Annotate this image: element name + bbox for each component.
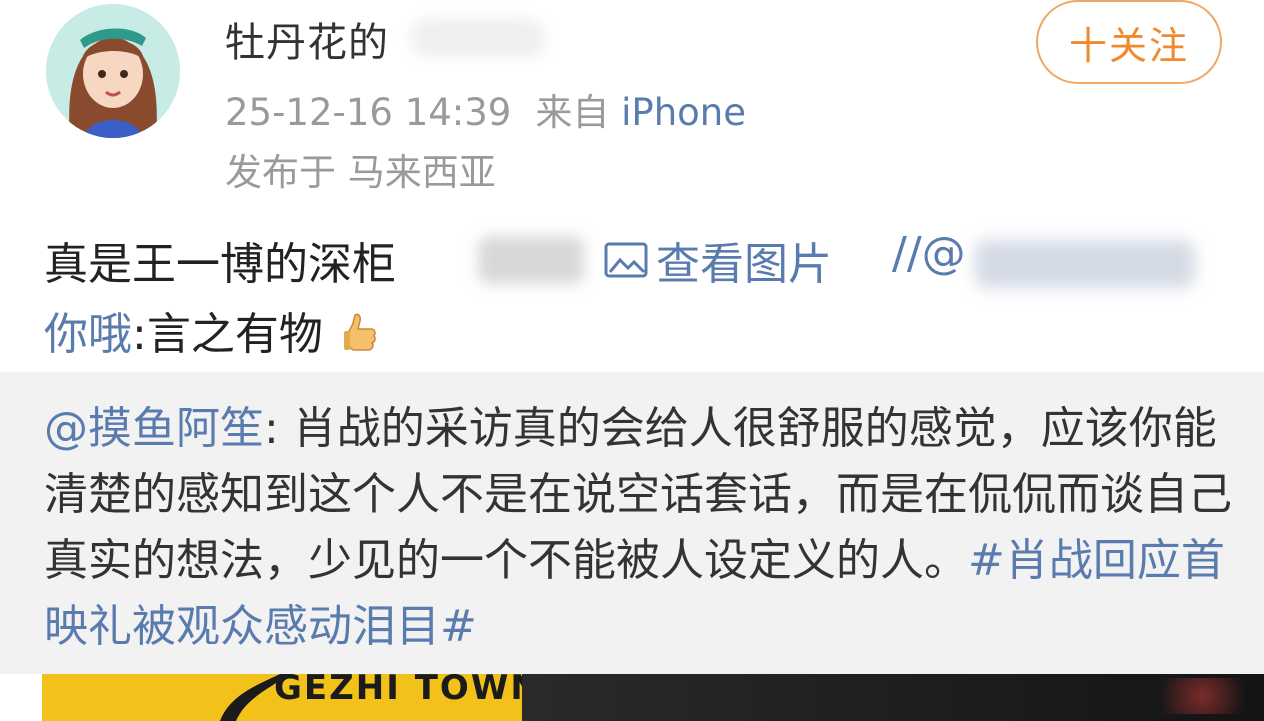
follow-button[interactable]: 十关注 xyxy=(1036,0,1222,84)
post-meta: 25-12-16 14:39 来自 iPhone xyxy=(225,82,746,136)
repost-card[interactable]: @摸鱼阿笙: 肖战的采访真的会给人很舒服的感觉，应该你能清楚的感知到这个人不是在… xyxy=(0,372,1264,674)
view-image-label: 查看图片 xyxy=(656,239,832,290)
mention-link[interactable]: 你哦 xyxy=(44,309,132,360)
mention-blur-mask xyxy=(975,240,1195,288)
post-text-line1: 真是王一博的深柜 xyxy=(44,239,396,290)
repost-chain-link[interactable]: //@ xyxy=(892,228,966,279)
post-text-line2: 你哦:言之有物 xyxy=(44,298,377,364)
avatar-illustration xyxy=(46,4,180,138)
post-text-blur-mask xyxy=(478,236,584,284)
thumbs-up-icon xyxy=(343,311,377,364)
post-timestamp: 25-12-16 14:39 xyxy=(225,91,512,134)
post-source-prefix: 来自 xyxy=(535,91,610,134)
avatar[interactable] xyxy=(46,4,180,138)
repost-text: @摸鱼阿笙: 肖战的采访真的会给人很舒服的感觉，应该你能清楚的感知到这个人不是在… xyxy=(44,396,1234,660)
username[interactable]: 牡丹花的 xyxy=(225,10,389,68)
repost-author-mention[interactable]: @摸鱼阿笙 xyxy=(44,403,264,454)
media-brand-text: GEZHI TOWN xyxy=(274,674,541,708)
media-preview[interactable]: GEZHI TOWN xyxy=(42,674,1264,721)
post-text-rest: :言之有物 xyxy=(132,309,323,360)
media-detail xyxy=(1142,678,1262,714)
post-location: 发布于 马来西亚 xyxy=(225,151,496,194)
view-image-link[interactable]: 查看图片 xyxy=(604,228,832,292)
username-blur-mask xyxy=(410,18,546,58)
post-device[interactable]: iPhone xyxy=(621,91,746,134)
image-icon xyxy=(604,242,648,278)
